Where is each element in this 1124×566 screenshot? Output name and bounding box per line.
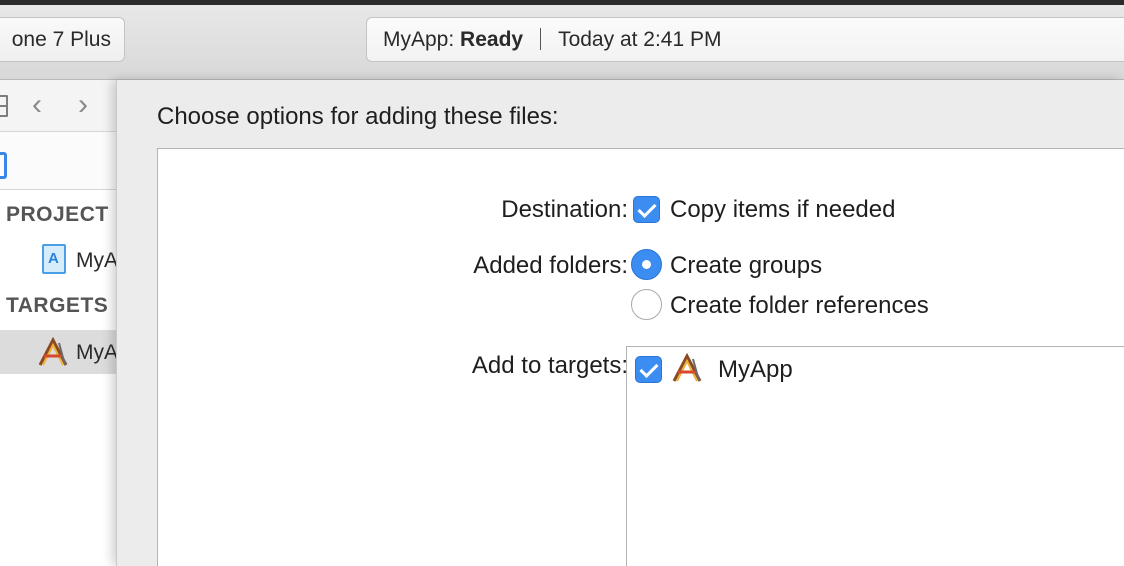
window-title-strip [0, 0, 1124, 5]
scheme-device-label: one 7 Plus [11, 28, 111, 51]
status-state: Ready [460, 28, 524, 51]
options-panel: Destination: Copy items if needed Added … [157, 148, 1124, 566]
destination-label: Destination: [501, 196, 628, 223]
target-myapp-label[interactable]: MyApp [718, 356, 793, 384]
app-target-icon [672, 353, 702, 382]
navigator-filter-bar [0, 132, 116, 190]
filter-field[interactable] [0, 152, 7, 179]
toolbar: one 7 Plus MyApp: Ready Today at 2:41 PM [0, 0, 1124, 80]
status-timestamp: Today at 2:41 PM [558, 28, 722, 51]
create-folder-references-label[interactable]: Create folder references [670, 292, 929, 320]
add-files-sheet: Choose options for adding these files: D… [116, 80, 1124, 566]
create-groups-label[interactable]: Create groups [670, 252, 822, 280]
status-app-name: MyApp: [383, 28, 455, 51]
section-title-targets: TARGETS [6, 294, 109, 317]
project-item-label: MyA [76, 249, 116, 272]
status-divider [540, 27, 542, 50]
create-groups-radio[interactable] [631, 249, 662, 280]
copy-items-checkbox[interactable] [633, 196, 660, 223]
activity-status-bar: MyApp: Ready Today at 2:41 PM [366, 17, 1124, 62]
create-folder-references-radio[interactable] [631, 289, 662, 320]
app-target-icon [38, 337, 68, 366]
chevron-left-icon[interactable]: ‹ [32, 90, 42, 120]
project-navigator: ‹ › PROJECT MyA TARGETS MyA [0, 80, 116, 566]
section-title-project: PROJECT [6, 203, 109, 226]
project-list-item[interactable]: MyA [0, 238, 116, 282]
target-item-label: MyA [76, 341, 116, 364]
scheme-device-selector[interactable]: one 7 Plus [0, 17, 125, 62]
added-folders-label: Added folders: [473, 252, 628, 279]
targets-list: MyApp [626, 346, 1124, 566]
chevron-right-icon[interactable]: › [78, 90, 88, 120]
copy-items-label[interactable]: Copy items if needed [670, 196, 895, 224]
target-myapp-checkbox[interactable] [635, 356, 662, 383]
add-to-targets-label: Add to targets: [471, 352, 628, 379]
hierarchy-icon[interactable] [0, 95, 8, 117]
target-list-item[interactable]: MyA [0, 330, 116, 374]
navigator-header: ‹ › [0, 80, 116, 132]
dialog-heading: Choose options for adding these files: [157, 103, 559, 130]
project-file-icon [42, 244, 66, 274]
